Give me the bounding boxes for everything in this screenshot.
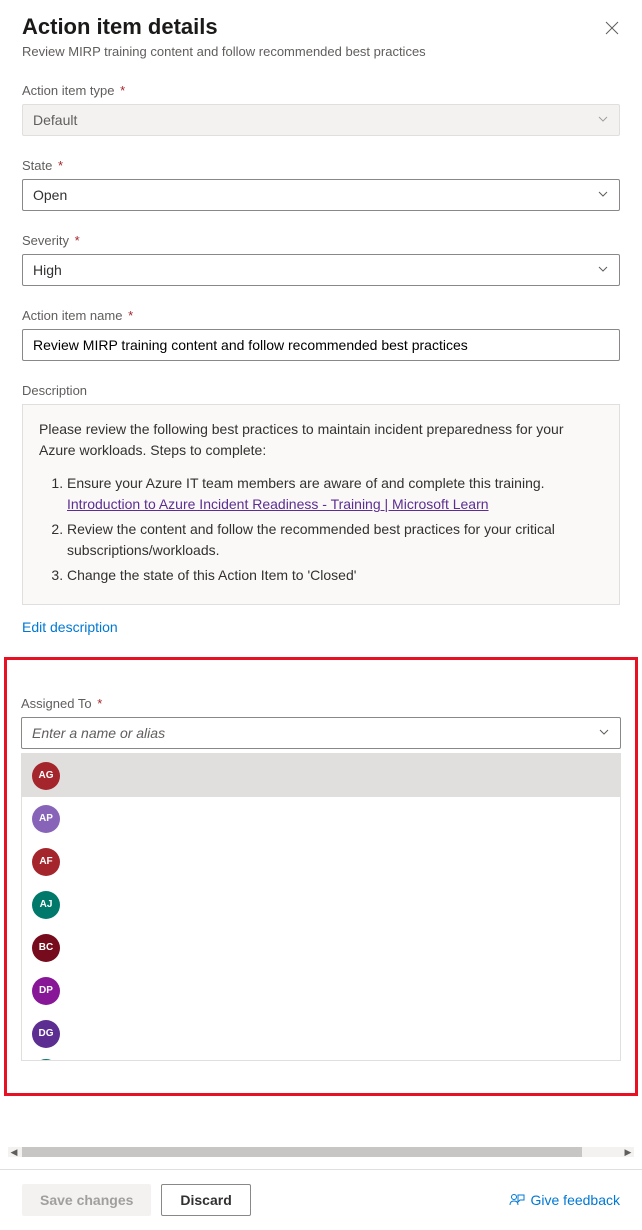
action-item-name-input[interactable] <box>22 329 620 361</box>
avatar: AJ <box>32 891 60 919</box>
description-label: Description <box>22 383 620 398</box>
avatar: BC <box>32 934 60 962</box>
avatar: AP <box>32 805 60 833</box>
scroll-left-icon[interactable]: ◀ <box>8 1147 20 1157</box>
edit-description-link[interactable]: Edit description <box>22 619 118 635</box>
assignee-option[interactable]: AG <box>22 754 620 797</box>
assignee-option[interactable]: AF <box>22 840 620 883</box>
chevron-down-icon <box>597 112 609 128</box>
action-item-type-label: Action item type * <box>22 83 620 98</box>
scroll-right-icon[interactable]: ▶ <box>622 1147 634 1157</box>
scrollbar-thumb[interactable] <box>22 1147 582 1157</box>
description-step-1: Ensure your Azure IT team members are aw… <box>67 473 603 515</box>
avatar: DP <box>32 977 60 1005</box>
assigned-to-highlight: Assigned To * Enter a name or alias AG AP… <box>4 657 638 1096</box>
page-title: Action item details <box>22 14 426 40</box>
description-box: Please review the following best practic… <box>22 404 620 605</box>
give-feedback-link[interactable]: Give feedback <box>509 1192 621 1208</box>
assigned-to-label: Assigned To * <box>21 696 621 711</box>
description-step-3: Change the state of this Action Item to … <box>67 565 603 586</box>
severity-label: Severity * <box>22 233 620 248</box>
assignee-option[interactable]: AJ <box>22 883 620 926</box>
discard-button[interactable]: Discard <box>161 1184 250 1216</box>
avatar: DG <box>32 1020 60 1048</box>
chevron-down-icon <box>597 187 609 203</box>
assignee-option[interactable]: DP <box>22 969 620 1012</box>
chevron-down-icon <box>597 262 609 278</box>
assignee-option[interactable]: AP <box>22 797 620 840</box>
action-item-name-label: Action item name * <box>22 308 620 323</box>
state-label: State * <box>22 158 620 173</box>
avatar: AG <box>32 762 60 790</box>
training-link[interactable]: Introduction to Azure Incident Readiness… <box>67 496 489 512</box>
severity-select[interactable]: High <box>22 254 620 286</box>
assigned-to-dropdown-list[interactable]: AG AP AF AJ BC DP DG <box>21 753 621 1061</box>
description-intro: Please review the following best practic… <box>39 419 603 461</box>
assignee-option[interactable] <box>22 1055 620 1061</box>
assignee-option[interactable]: DG <box>22 1012 620 1055</box>
feedback-icon <box>509 1192 525 1208</box>
chevron-down-icon[interactable] <box>598 725 610 741</box>
description-step-2: Review the content and follow the recomm… <box>67 519 603 561</box>
avatar: AF <box>32 848 60 876</box>
close-icon[interactable] <box>604 20 620 36</box>
avatar <box>32 1059 60 1061</box>
footer-bar: Save changes Discard Give feedback <box>0 1169 642 1230</box>
save-button[interactable]: Save changes <box>22 1184 151 1216</box>
page-subtitle: Review MIRP training content and follow … <box>22 44 426 59</box>
state-select[interactable]: Open <box>22 179 620 211</box>
assignee-option[interactable]: BC <box>22 926 620 969</box>
assigned-to-input[interactable]: Enter a name or alias <box>21 717 621 749</box>
action-item-type-select: Default <box>22 104 620 136</box>
horizontal-scrollbar[interactable]: ◀ ▶ <box>8 1147 634 1157</box>
